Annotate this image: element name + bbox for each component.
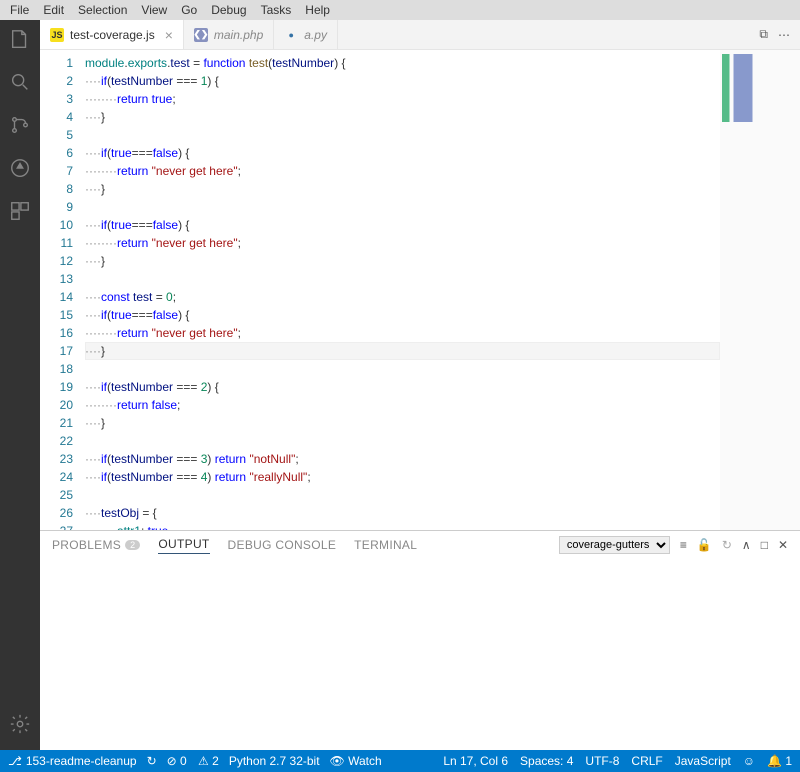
editor[interactable]: 1234567891011121314151617181920212223242…	[40, 50, 800, 530]
code-line[interactable]: ····if(true===false) {	[85, 306, 720, 324]
menubar: FileEditSelectionViewGoDebugTasksHelp	[0, 0, 800, 20]
notifications-icon[interactable]: 🔔 1	[767, 754, 792, 768]
code-line[interactable]: ········return false;	[85, 396, 720, 414]
code-line[interactable]: ····if(testNumber === 4) return "reallyN…	[85, 468, 720, 486]
panel-tab-debug-console[interactable]: DEBUG CONSOLE	[228, 538, 337, 552]
lock-scroll-icon[interactable]: 🔓	[697, 538, 712, 552]
open-log-icon[interactable]: ↻	[722, 538, 732, 552]
panel-tab-problems[interactable]: PROBLEMS2	[52, 538, 140, 552]
problems-status[interactable]: ⊘ 0 ⚠ 2	[167, 754, 219, 768]
editor-tabs: JS test-coverage.js × ❮❯ main.php ● a.py ⧉ ⋯	[40, 20, 800, 50]
maximize-panel-icon[interactable]: □	[761, 538, 768, 552]
tab-main-php[interactable]: ❮❯ main.php	[184, 20, 274, 49]
code-line[interactable]: ········return "never get here";	[85, 162, 720, 180]
split-editor-icon[interactable]: ⧉	[759, 27, 768, 42]
extensions-icon[interactable]	[9, 200, 31, 225]
menu-debug[interactable]: Debug	[205, 1, 252, 19]
tab-a-py[interactable]: ● a.py	[274, 20, 338, 49]
menu-file[interactable]: File	[4, 1, 35, 19]
code-line[interactable]: ········return true;	[85, 90, 720, 108]
files-icon[interactable]	[9, 28, 31, 53]
menu-selection[interactable]: Selection	[72, 1, 133, 19]
sync-status[interactable]: ↻	[147, 754, 157, 768]
debug-icon[interactable]	[9, 157, 31, 182]
activity-bar	[0, 20, 40, 750]
code-line[interactable]: ····}	[85, 180, 720, 198]
code-line[interactable]: module.exports.test = function test(test…	[85, 54, 720, 72]
python-status[interactable]: Python 2.7 32-bit	[229, 754, 320, 768]
close-tab-icon[interactable]: ×	[165, 27, 173, 43]
menu-go[interactable]: Go	[175, 1, 203, 19]
indentation-status[interactable]: Spaces: 4	[520, 754, 573, 768]
code-line[interactable]: ····testObj = {	[85, 504, 720, 522]
code-line[interactable]: ····}	[85, 414, 720, 432]
watch-status[interactable]: 👁 Watch	[330, 754, 382, 768]
file-icon: JS	[50, 28, 64, 42]
clear-output-icon[interactable]: ≡	[680, 538, 687, 552]
tab-label: test-coverage.js	[70, 28, 155, 42]
code-content[interactable]: module.exports.test = function test(test…	[85, 50, 720, 530]
code-line[interactable]: ····if(true===false) {	[85, 144, 720, 162]
file-icon: ❮❯	[194, 28, 208, 42]
code-line[interactable]: ········return "never get here";	[85, 234, 720, 252]
code-line[interactable]	[85, 486, 720, 504]
code-line[interactable]: ········attr1: true,	[85, 522, 720, 530]
tab-test-coverage-js[interactable]: JS test-coverage.js ×	[40, 20, 184, 49]
branch-status[interactable]: ⎇153-readme-cleanup	[8, 754, 137, 768]
panel-tab-output[interactable]: OUTPUT	[158, 537, 209, 554]
collapse-icon[interactable]: ∧	[742, 538, 751, 552]
menu-tasks[interactable]: Tasks	[255, 1, 298, 19]
more-icon[interactable]: ⋯	[778, 28, 790, 42]
code-line[interactable]: ····if(testNumber === 1) {	[85, 72, 720, 90]
line-numbers: 1234567891011121314151617181920212223242…	[40, 50, 85, 530]
settings-icon[interactable]	[9, 713, 31, 738]
file-icon: ●	[284, 28, 298, 42]
tab-label: main.php	[214, 28, 263, 42]
panel-tab-terminal[interactable]: TERMINAL	[354, 538, 417, 552]
minimap[interactable]	[720, 50, 800, 530]
search-icon[interactable]	[9, 71, 31, 96]
code-line[interactable]	[85, 198, 720, 216]
menu-view[interactable]: View	[135, 1, 173, 19]
close-panel-icon[interactable]: ✕	[778, 538, 788, 552]
cursor-position[interactable]: Ln 17, Col 6	[443, 754, 508, 768]
main-area: JS test-coverage.js × ❮❯ main.php ● a.py ⧉ ⋯ 1…	[0, 20, 800, 750]
code-line[interactable]: ····}	[85, 108, 720, 126]
menu-help[interactable]: Help	[299, 1, 336, 19]
tab-actions: ⧉ ⋯	[759, 20, 800, 49]
feedback-icon[interactable]: ☺	[743, 754, 755, 768]
code-line[interactable]: ····if(testNumber === 3) return "notNull…	[85, 450, 720, 468]
encoding-status[interactable]: UTF-8	[585, 754, 619, 768]
code-line[interactable]: ····if(testNumber === 2) {	[85, 378, 720, 396]
status-bar: ⎇153-readme-cleanup ↻ ⊘ 0 ⚠ 2 Python 2.7…	[0, 750, 800, 772]
output-channel-select[interactable]: coverage-gutters	[559, 536, 670, 554]
badge: 2	[125, 540, 140, 550]
code-line[interactable]: ····}	[85, 252, 720, 270]
menu-edit[interactable]: Edit	[37, 1, 70, 19]
code-line[interactable]: ····if(true===false) {	[85, 216, 720, 234]
eol-status[interactable]: CRLF	[631, 754, 662, 768]
panel-tabs: PROBLEMS2 OUTPUT DEBUG CONSOLE TERMINAL cov…	[40, 531, 800, 559]
code-line[interactable]: ········return "never get here";	[85, 324, 720, 342]
code-line[interactable]	[85, 432, 720, 450]
source-control-icon[interactable]	[9, 114, 31, 139]
language-status[interactable]: JavaScript	[675, 754, 731, 768]
code-line[interactable]: ····const test = 0;	[85, 288, 720, 306]
bottom-panel: PROBLEMS2 OUTPUT DEBUG CONSOLE TERMINAL cov…	[40, 530, 800, 750]
code-line[interactable]	[85, 270, 720, 288]
code-line[interactable]: ····}	[85, 342, 720, 360]
panel-body	[40, 559, 800, 750]
code-line[interactable]	[85, 126, 720, 144]
code-line[interactable]	[85, 360, 720, 378]
editor-area: JS test-coverage.js × ❮❯ main.php ● a.py ⧉ ⋯ 1…	[40, 20, 800, 750]
tab-label: a.py	[304, 28, 327, 42]
